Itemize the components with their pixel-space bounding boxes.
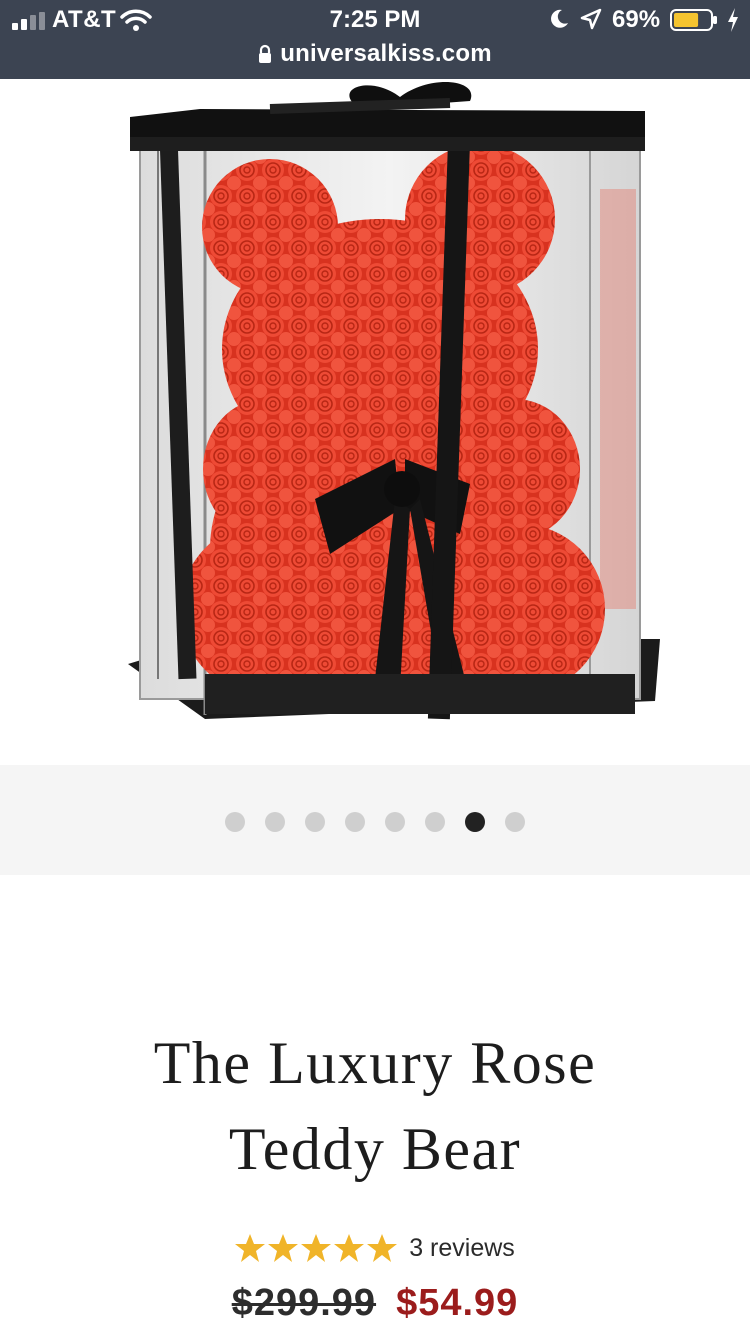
browser-top-bar: AT&T 7:25 PM 69% universalkiss.com bbox=[0, 0, 750, 79]
product-title: The Luxury Rose Teddy Bear bbox=[0, 1020, 750, 1192]
pager-dot[interactable] bbox=[385, 812, 405, 832]
pager-dot[interactable] bbox=[465, 812, 485, 832]
pager-dot[interactable] bbox=[225, 812, 245, 832]
star-icon bbox=[334, 1234, 365, 1262]
star-icon bbox=[301, 1234, 332, 1262]
pager-dot[interactable] bbox=[345, 812, 365, 832]
sale-price: $54.99 bbox=[396, 1282, 519, 1324]
reviews-link[interactable]: 3 reviews bbox=[409, 1234, 515, 1263]
pager-dot[interactable] bbox=[425, 812, 445, 832]
image-carousel-pager bbox=[0, 765, 750, 875]
product-title-line-2: Teddy Bear bbox=[228, 1116, 522, 1182]
product-rating[interactable]: 3 reviews bbox=[0, 1230, 750, 1266]
pager-dot[interactable] bbox=[505, 812, 525, 832]
star-icon bbox=[367, 1234, 398, 1262]
star-icon bbox=[235, 1234, 266, 1262]
original-price: $299.99 bbox=[231, 1282, 377, 1324]
price-row: $299.99 $54.99 bbox=[0, 1282, 750, 1325]
address-bar[interactable]: universalkiss.com bbox=[0, 38, 750, 70]
lock-icon bbox=[259, 44, 272, 63]
charging-bolt-icon bbox=[728, 8, 738, 32]
location-arrow-icon bbox=[580, 8, 602, 30]
url-text: universalkiss.com bbox=[280, 40, 492, 67]
star-icon bbox=[268, 1234, 299, 1262]
product-title-line-1: The Luxury Rose bbox=[153, 1030, 597, 1096]
pager-dot[interactable] bbox=[265, 812, 285, 832]
rose-teddy-bear-photo bbox=[128, 81, 660, 720]
star-rating bbox=[235, 1233, 398, 1263]
battery-percent: 69% bbox=[612, 6, 661, 33]
battery-icon bbox=[670, 9, 717, 31]
pager-dot[interactable] bbox=[305, 812, 325, 832]
moon-icon bbox=[551, 9, 568, 28]
product-image[interactable] bbox=[0, 79, 750, 765]
pagination-dots[interactable] bbox=[0, 812, 750, 832]
